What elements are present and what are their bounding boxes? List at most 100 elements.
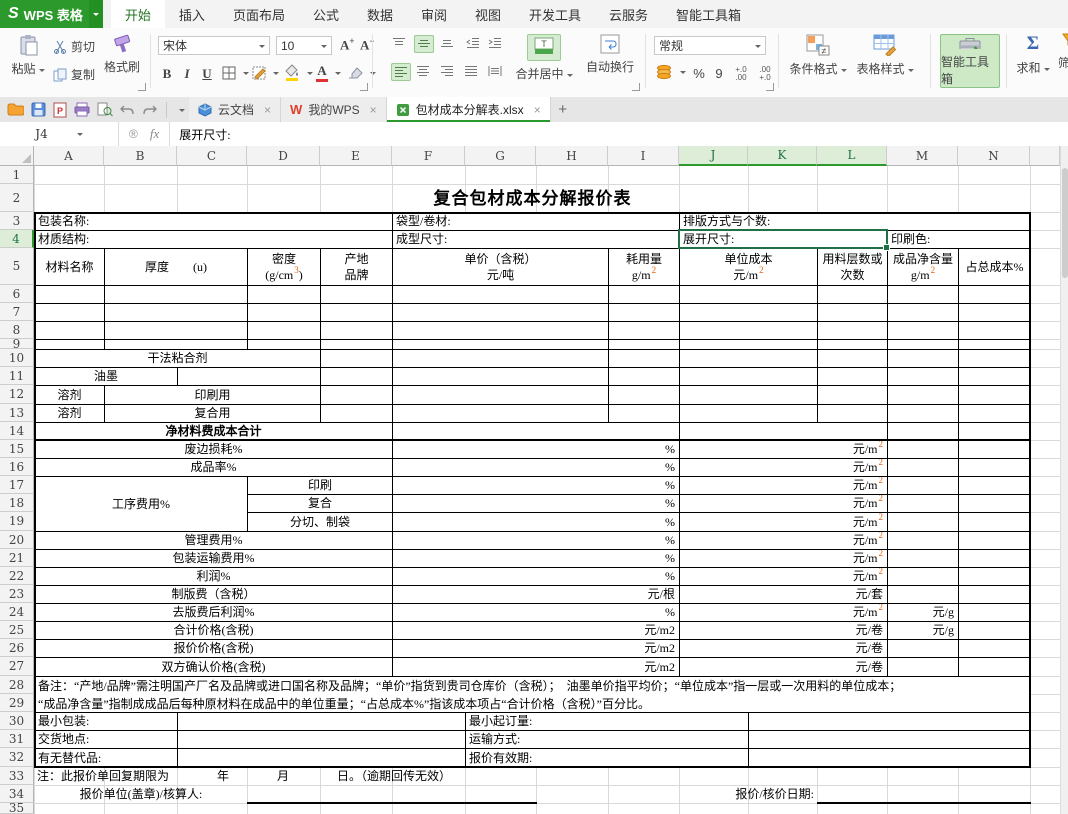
copy-button[interactable]: 复制 xyxy=(53,66,95,83)
currency-format-button[interactable] xyxy=(656,64,686,80)
cell-A3[interactable]: 包装名称: xyxy=(34,212,393,231)
row-header-18[interactable]: 18 xyxy=(0,494,34,512)
row-header-9[interactable]: 9 xyxy=(0,339,34,349)
cell-A31[interactable]: 交货地点: xyxy=(34,730,178,749)
cell-E6[interactable] xyxy=(320,285,393,304)
cell-A30[interactable]: 最小包装: xyxy=(34,712,178,731)
clipboard-group-expander[interactable] xyxy=(138,83,146,91)
cell-F13[interactable] xyxy=(392,404,609,423)
row-header-6[interactable]: 6 xyxy=(0,285,34,303)
cell-N26[interactable] xyxy=(958,639,1031,658)
cell-F11[interactable] xyxy=(392,367,609,386)
cell-A5[interactable]: 材料名称 xyxy=(34,248,105,286)
row-header-28[interactable]: 28 xyxy=(0,676,34,694)
cell-K30[interactable] xyxy=(748,712,1031,731)
cell-I5[interactable]: 耗用量g/m2 xyxy=(608,248,680,286)
cell-A28[interactable]: 备注：“产地/品牌”需注明国产厂名及品牌或进口国名称及品牌；“单价”指货到贵司仓… xyxy=(34,676,1031,713)
cell-H34[interactable]: 报价/核价日期: xyxy=(536,785,818,804)
cell-N24[interactable] xyxy=(958,603,1031,622)
align-top-button[interactable] xyxy=(392,37,406,49)
cell-A26[interactable]: 报价价格(含税) xyxy=(34,639,393,658)
tab-my-wps[interactable]: W 我的WPS × xyxy=(281,97,387,122)
column-header-L[interactable]: L xyxy=(817,146,887,166)
cell-D34[interactable] xyxy=(247,785,537,804)
cell-J21[interactable]: 元/m2 xyxy=(679,549,888,568)
insert-function-button[interactable]: fx xyxy=(150,126,159,142)
cell-C32[interactable] xyxy=(177,748,466,768)
cell-J16[interactable]: 元/m2 xyxy=(679,458,888,477)
cell-C31[interactable] xyxy=(177,730,466,749)
cell-I10[interactable] xyxy=(608,349,680,368)
row-header-12[interactable]: 12 xyxy=(0,385,34,404)
increase-indent-button[interactable] xyxy=(488,37,502,49)
distributed-button[interactable] xyxy=(488,65,502,77)
cell-A34[interactable]: 报价单位(盖章)/核算人: xyxy=(34,785,248,804)
cell-J6[interactable] xyxy=(679,285,818,304)
cell-M19[interactable] xyxy=(887,512,959,532)
cell-F12[interactable] xyxy=(392,385,609,405)
row-header-4[interactable]: 4 xyxy=(0,230,34,248)
row-header-31[interactable]: 31 xyxy=(0,730,34,748)
increase-font-button[interactable]: A+ xyxy=(340,36,355,53)
cell-A15[interactable]: 废边损耗% xyxy=(34,440,393,459)
cell-A7[interactable] xyxy=(34,303,105,322)
cell-J26[interactable]: 元/卷 xyxy=(679,639,888,658)
decrease-indent-button[interactable] xyxy=(466,37,480,49)
cell-J5[interactable]: 单位成本元/m2 xyxy=(679,248,818,286)
align-left-button[interactable] xyxy=(391,63,411,81)
cell-F3[interactable]: 袋型/卷材: xyxy=(392,212,680,231)
formula-content[interactable]: 展开尺寸: xyxy=(170,126,230,143)
cell-D18[interactable]: 复合 xyxy=(247,494,393,513)
cell-E10[interactable] xyxy=(320,349,393,368)
column-header-G[interactable]: G xyxy=(465,146,536,166)
menu-item-视图[interactable]: 视图 xyxy=(461,0,515,28)
cell-L11[interactable] xyxy=(817,367,888,386)
draw-border-button[interactable] xyxy=(252,66,279,80)
cell-A11[interactable]: 油墨 xyxy=(34,367,178,386)
cell-C30[interactable] xyxy=(177,712,466,731)
cell-A25[interactable]: 合计价格(含税) xyxy=(34,621,393,640)
cell-J10[interactable] xyxy=(679,349,818,368)
align-right-button[interactable] xyxy=(440,65,454,77)
cell-M24[interactable]: 元/g xyxy=(887,603,959,622)
cell-J24[interactable]: 元/m2 xyxy=(679,603,888,622)
column-header-F[interactable]: F xyxy=(392,146,465,166)
cell-A12[interactable]: 溶剂 xyxy=(34,385,105,405)
cell-M13[interactable] xyxy=(887,404,959,423)
redo-button[interactable] xyxy=(142,104,157,116)
cell-F5[interactable]: 单价（含税）元/吨 xyxy=(392,248,609,286)
cell-A17[interactable]: 工序费用% xyxy=(34,476,248,532)
cell-F16[interactable]: % xyxy=(392,458,680,477)
row-header-3[interactable]: 3 xyxy=(0,212,34,230)
cell-L5[interactable]: 用料层数或次数 xyxy=(817,248,888,286)
row-header-16[interactable]: 16 xyxy=(0,458,34,476)
cell-D5[interactable]: 密度(g/cm3) xyxy=(247,248,321,286)
logo-dropdown-button[interactable] xyxy=(89,0,103,28)
row-header-10[interactable]: 10 xyxy=(0,349,34,367)
cell-I11[interactable] xyxy=(608,367,680,386)
cell-J7[interactable] xyxy=(679,303,818,322)
cell-M17[interactable] xyxy=(887,476,959,495)
app-logo[interactable]: S WPS 表格 xyxy=(0,0,89,28)
cell-N7[interactable] xyxy=(958,303,1031,322)
cell-L10[interactable] xyxy=(817,349,888,368)
cell-K32[interactable] xyxy=(748,748,1031,768)
cell-J15[interactable]: 元/m2 xyxy=(679,440,888,459)
cell-G30[interactable]: 最小起订量: xyxy=(465,712,749,731)
row-header-17[interactable]: 17 xyxy=(0,476,34,494)
cell-J27[interactable]: 元/卷 xyxy=(679,657,888,677)
column-header-K[interactable]: K xyxy=(748,146,817,166)
scrollbar-thumb[interactable] xyxy=(1062,168,1068,278)
menu-item-开始[interactable]: 开始 xyxy=(111,0,165,28)
print-button[interactable] xyxy=(74,102,90,117)
cell-F26[interactable]: 元/m2 xyxy=(392,639,680,658)
row-header-15[interactable]: 15 xyxy=(0,440,34,458)
row-header-21[interactable]: 21 xyxy=(0,549,34,567)
cell-L13[interactable] xyxy=(817,404,888,423)
cell-M12[interactable] xyxy=(887,385,959,405)
cell-N15[interactable] xyxy=(958,440,1031,459)
cell-N5[interactable]: 占总成本% xyxy=(958,248,1031,286)
cell-B8[interactable] xyxy=(104,321,248,340)
row-header-26[interactable]: 26 xyxy=(0,639,34,657)
cell-F18[interactable]: % xyxy=(392,494,680,513)
